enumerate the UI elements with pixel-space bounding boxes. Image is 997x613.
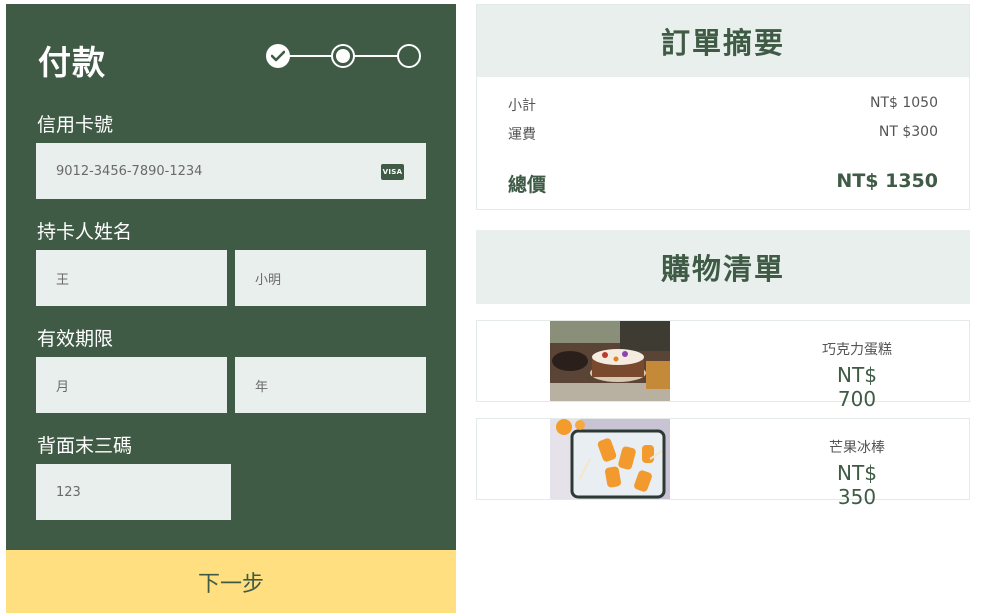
shipping-value: NT $300 — [878, 124, 938, 140]
subtotal-label: 小計 — [508, 98, 536, 114]
order-summary-title: 訂單摘要 — [477, 5, 969, 77]
progress-stepper — [266, 44, 421, 68]
card-number-value: 9012-3456-7890-1234 — [56, 163, 203, 179]
mango-popsicle-image — [550, 419, 670, 499]
total-row: 總價 NT$ 1350 — [508, 170, 938, 197]
expiry-month-placeholder: 月 — [56, 379, 70, 395]
card-number-field[interactable]: 9012-3456-7890-1234 VISA — [36, 143, 426, 199]
cart-item-name: 巧克力蛋糕 — [822, 342, 892, 358]
subtotal-value: NT$ 1050 — [869, 95, 938, 111]
cart-header-card: 購物清單 — [476, 230, 970, 304]
expiry-year-field[interactable]: 年 — [235, 357, 426, 413]
cvv-label: 背面末三碼 — [37, 435, 133, 457]
step-pending-icon — [397, 44, 421, 68]
subtotal-row: 小計 NT$ 1050 — [508, 95, 938, 115]
cart-title: 購物清單 — [477, 231, 969, 303]
stepper-line — [354, 55, 398, 57]
stepper-line — [288, 55, 332, 57]
shipping-label: 運費 — [508, 127, 536, 143]
first-name-value: 小明 — [255, 272, 282, 288]
total-label: 總價 — [508, 174, 547, 196]
last-name-field[interactable]: 王 — [36, 250, 227, 306]
payment-panel: 付款 信用卡號 9012-3456-7890-1234 VISA 持卡人姓名 王… — [6, 4, 456, 550]
cart-item[interactable]: 芒果冰棒 NT$ 350 — [476, 418, 970, 509]
card-holder-label: 持卡人姓名 — [37, 221, 133, 243]
expiry-year-placeholder: 年 — [255, 379, 269, 395]
expiry-month-field[interactable]: 月 — [36, 357, 227, 413]
card-number-label: 信用卡號 — [37, 114, 114, 136]
expiry-label: 有效期限 — [37, 328, 114, 350]
cart-item-info: 芒果冰棒 NT$ 350 — [817, 437, 897, 509]
page-title: 付款 — [38, 43, 106, 82]
cvv-field[interactable]: 123 — [36, 464, 231, 520]
cart-item-price: NT$ 350 — [837, 461, 877, 509]
cart-item-name: 芒果冰棒 — [829, 440, 885, 456]
shipping-row: 運費 NT $300 — [508, 124, 938, 144]
cart-item-info: 巧克力蛋糕 NT$ 700 — [817, 339, 897, 411]
visa-icon: VISA — [381, 164, 404, 180]
first-name-field[interactable]: 小明 — [235, 250, 426, 306]
step-current-icon — [331, 44, 355, 68]
next-step-button[interactable]: 下一步 — [6, 550, 456, 613]
order-summary-card: 訂單摘要 小計 NT$ 1050 運費 NT $300 總價 NT$ 1350 — [476, 4, 970, 210]
chocolate-cake-image — [550, 321, 670, 401]
cart-item[interactable]: 巧克力蛋糕 NT$ 700 — [476, 320, 970, 411]
total-value: NT$ 1350 — [836, 170, 938, 192]
cvv-value: 123 — [56, 484, 81, 500]
last-name-value: 王 — [56, 272, 70, 288]
step-complete-check-icon — [266, 44, 290, 68]
cart-item-price: NT$ 700 — [837, 363, 877, 411]
